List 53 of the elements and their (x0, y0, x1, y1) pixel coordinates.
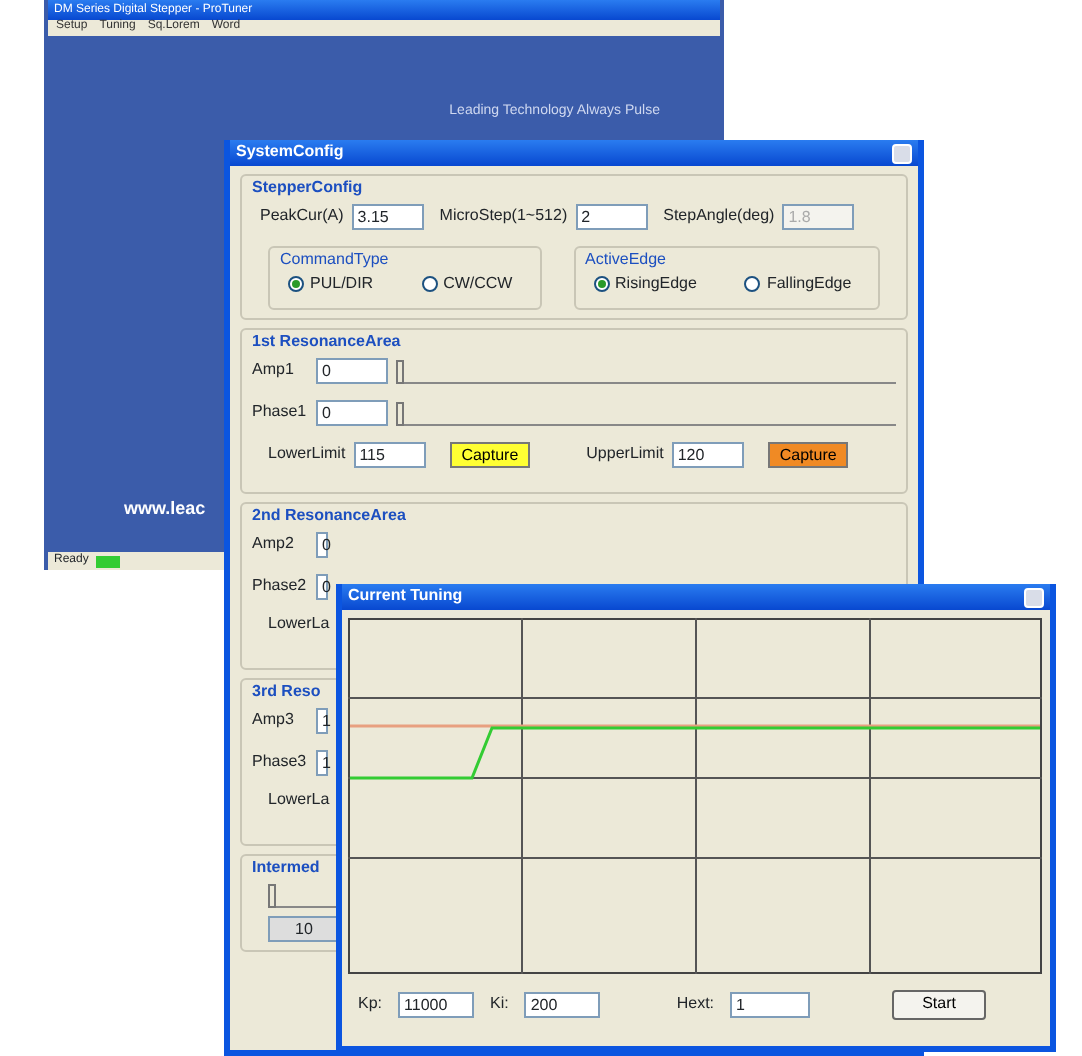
input-field[interactable]: 3.15 (351, 203, 424, 230)
radio-option[interactable]: CW/CCW (421, 275, 513, 293)
field-label: LowerLa (268, 615, 330, 634)
value-box: 10 (268, 915, 340, 942)
window-title: Current Tuning (348, 588, 463, 606)
close-button[interactable] (892, 143, 912, 163)
input-field[interactable]: 1 (316, 707, 328, 734)
input-field[interactable]: 0 (316, 531, 328, 558)
group-title: ActiveEdge (585, 251, 666, 270)
field-label: StepAngle(deg) (663, 207, 775, 226)
field-label: Amp1 (252, 362, 296, 381)
slider-thumb[interactable] (396, 401, 404, 426)
input-field[interactable]: 0 (316, 400, 388, 427)
input-field[interactable]: 1 (316, 749, 328, 776)
group-title: 2nd ResonanceArea (252, 508, 406, 526)
input-field[interactable]: 115 (353, 442, 426, 469)
capture-button[interactable]: Capture (767, 442, 849, 469)
slider-thumb[interactable] (268, 883, 276, 908)
field-label: PeakCur(A) (260, 207, 344, 226)
status-indicator (96, 555, 121, 567)
window-title: SystemConfig (236, 144, 344, 162)
field-label: Amp3 (252, 712, 296, 730)
group-title: 1st ResonanceArea (252, 334, 401, 353)
close-button[interactable] (1024, 587, 1044, 607)
website-link[interactable]: www.leac (124, 500, 206, 520)
capture-button[interactable]: Capture (449, 442, 531, 469)
field-label: LowerLimit (268, 446, 346, 465)
field-label: Phase3 (252, 754, 308, 772)
radio-option[interactable]: PUL/DIR (288, 275, 374, 293)
field-label: Hext: (676, 996, 715, 1014)
field-label: Phase2 (252, 578, 308, 596)
slider-thumb[interactable] (396, 359, 404, 384)
field-label: Phase1 (252, 404, 308, 423)
field-label: Ki: (490, 996, 509, 1014)
field-label: LowerLa (268, 791, 330, 810)
field-label: UpperLimit (586, 446, 664, 465)
field-label: Kp: (358, 996, 383, 1014)
radio-option[interactable]: RisingEdge (593, 275, 697, 293)
group-title: StepperConfig (252, 180, 363, 198)
input-field[interactable]: 120 (671, 442, 744, 469)
field-label: MicroStep(1~512) (439, 207, 568, 226)
field-label: Amp2 (252, 536, 296, 554)
start-button[interactable]: Start (892, 990, 986, 1020)
input-field[interactable]: 1 (730, 991, 811, 1018)
group-title: Intermed (252, 860, 320, 878)
input-field[interactable]: 2 (575, 203, 648, 230)
input-field[interactable]: 0 (316, 573, 328, 600)
input-field[interactable]: 11000 (398, 991, 475, 1018)
input-field[interactable]: 200 (524, 991, 601, 1018)
group-title: CommandType (280, 251, 389, 270)
radio-option[interactable]: FallingEdge (744, 275, 852, 293)
input-field[interactable]: 0 (316, 358, 388, 385)
group-title: 3rd Reso (252, 684, 321, 702)
